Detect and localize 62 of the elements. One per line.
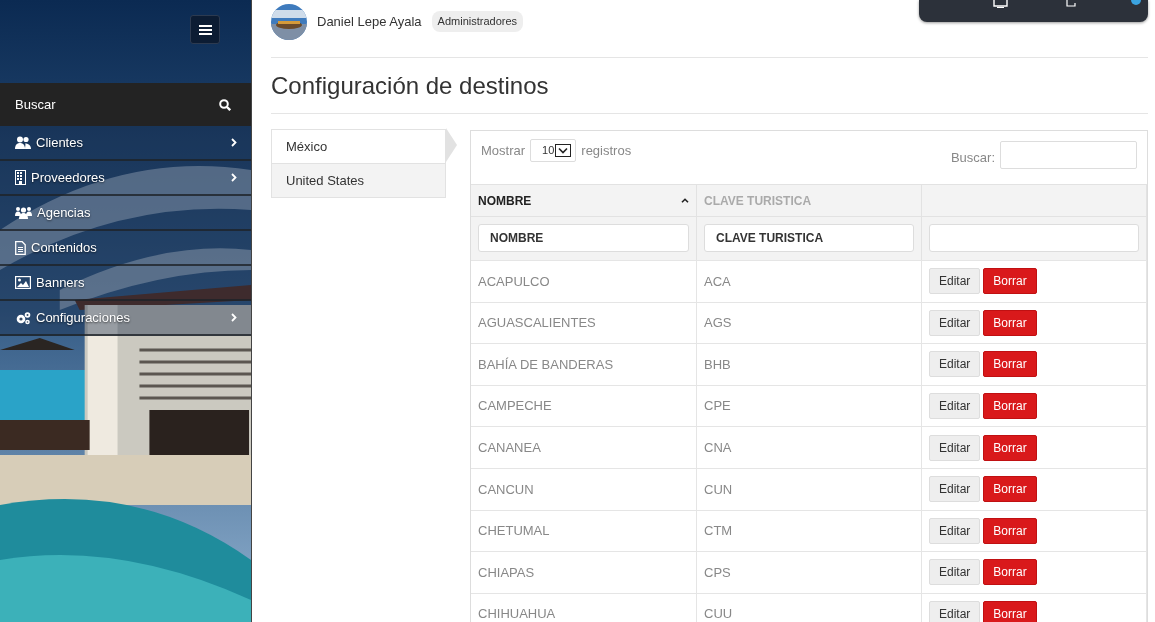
page-size-select[interactable]: 10 [530, 139, 577, 162]
delete-button[interactable]: Borrar [983, 351, 1037, 378]
sidebar-item-label: Proveedores [31, 168, 105, 187]
sidebar-item[interactable]: Proveedores [0, 161, 251, 196]
edit-button[interactable]: Editar [929, 268, 981, 295]
delete-button[interactable]: Borrar [983, 309, 1037, 336]
sidebar-item[interactable]: Configuraciones [0, 301, 251, 336]
delete-button[interactable]: Borrar [983, 517, 1037, 544]
table-cell: ACA [697, 260, 922, 302]
edit-button[interactable]: Editar [929, 559, 981, 586]
table-cell: CPE [697, 384, 922, 427]
delete-button[interactable]: Borrar [983, 476, 1037, 503]
sidebar-item[interactable]: Agencias [0, 196, 251, 231]
table-cell: CTM [697, 509, 922, 552]
search-label: Buscar: [950, 149, 995, 167]
sidebar-item-label: Agencias [37, 203, 91, 222]
sidebar-item[interactable]: Contenidos [0, 231, 251, 266]
edit-button[interactable]: Editar [929, 476, 981, 503]
table-cell: CANCUN [471, 467, 697, 510]
delete-button[interactable]: Borrar [983, 559, 1037, 586]
sidebar-item-label: Contenidos [31, 238, 97, 257]
table-cell: CANANEA [471, 426, 697, 468]
table-cell: AGUASCALIENTES [471, 301, 697, 344]
filter-field[interactable]: NOMBRE [478, 224, 689, 252]
column-header[interactable]: NOMBRE [471, 184, 697, 216]
table-cell: CHIAPAS [471, 551, 697, 593]
table-cell: CHETUMAL [471, 509, 697, 552]
sidebar-item-label: Clientes [36, 133, 83, 152]
edit-button[interactable]: Editar [929, 434, 981, 461]
delete-button[interactable]: Borrar [983, 434, 1037, 461]
edit-button[interactable]: Editar [929, 601, 981, 622]
page-title: Configuración de destinos [271, 72, 1148, 114]
records-label: registros [581, 142, 632, 160]
table-cell: CPS [697, 551, 922, 593]
table-cell: CUN [697, 467, 922, 510]
table-cell: CAMPECHE [471, 384, 697, 427]
table-cell: ACAPULCO [471, 260, 697, 302]
search-label: Buscar [15, 95, 56, 114]
edit-button[interactable]: Editar [929, 393, 981, 420]
edit-button[interactable]: Editar [929, 517, 981, 544]
sidebar-item-label: Configuraciones [36, 308, 130, 327]
edit-button[interactable]: Editar [929, 351, 981, 378]
tab[interactable]: United States [271, 163, 446, 198]
table-cell: CNA [697, 426, 922, 468]
show-label: Mostrar [481, 142, 526, 160]
edit-button[interactable]: Editar [929, 309, 981, 336]
filter-field[interactable]: CLAVE TURISTICA [704, 224, 914, 252]
search-bar[interactable]: Buscar [0, 83, 251, 126]
tab[interactable]: México [271, 129, 446, 164]
table-cell: BHB [697, 343, 922, 385]
user-name: Daniel Lepe Ayala [317, 12, 422, 31]
table-cell: CUU [697, 592, 922, 622]
role-badge: Administradores [431, 11, 524, 32]
sidebar-item[interactable]: Banners [0, 266, 251, 301]
delete-button[interactable]: Borrar [983, 268, 1037, 295]
delete-button[interactable]: Borrar [983, 601, 1037, 622]
sidebar-item[interactable]: Clientes [0, 126, 251, 161]
table-cell: BAHÍA DE BANDERAS [471, 343, 697, 385]
delete-button[interactable]: Borrar [983, 393, 1037, 420]
table-cell: CHIHUAHUA [471, 592, 697, 622]
table-cell: AGS [697, 301, 922, 344]
sidebar-item-label: Banners [36, 273, 85, 292]
